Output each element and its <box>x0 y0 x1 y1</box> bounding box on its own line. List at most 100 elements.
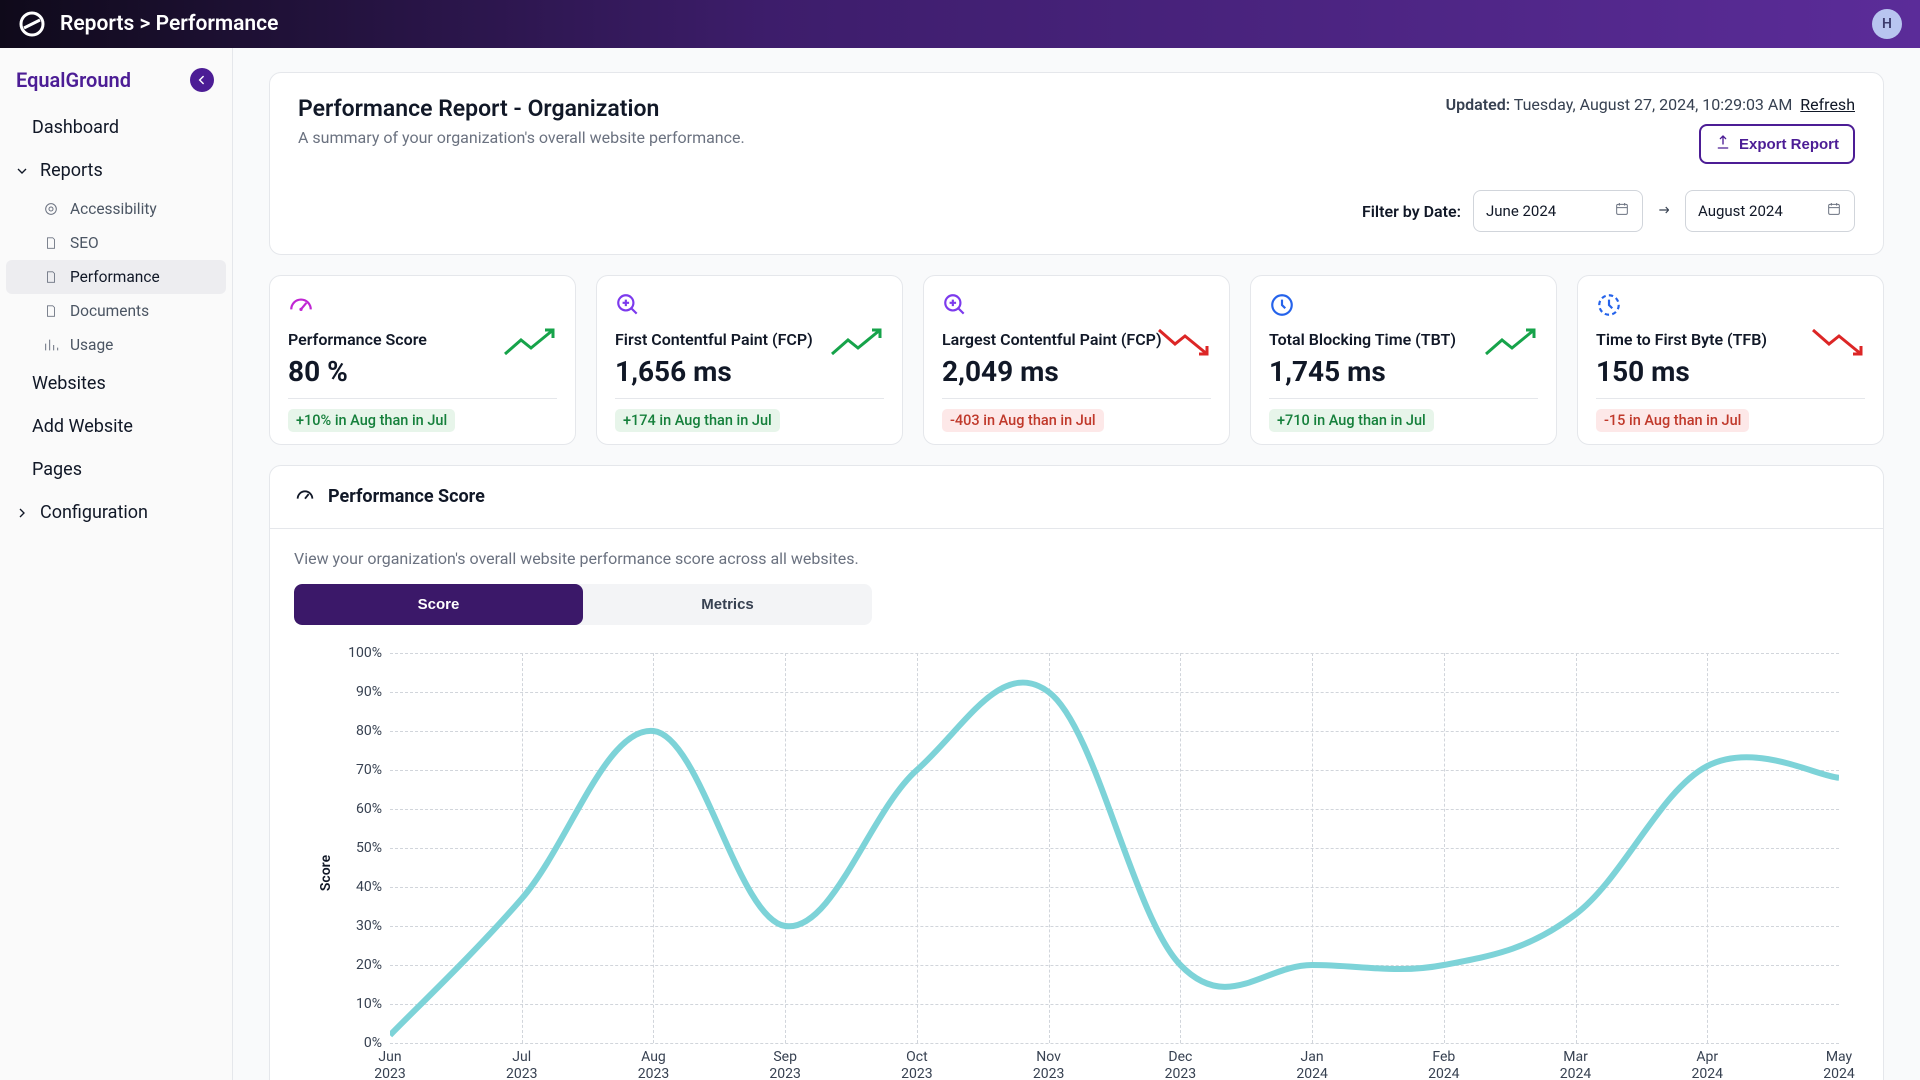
chart-ytick: 80% <box>356 723 382 739</box>
metric-change: +174 in Aug than in Jul <box>615 409 780 432</box>
chart-ytick: 30% <box>356 918 382 934</box>
chart-xtick: Feb2024 <box>1428 1049 1459 1080</box>
sidebar-item-websites[interactable]: Websites <box>0 362 232 405</box>
main-content: Performance Report - Organization A summ… <box>233 48 1920 1080</box>
chart-line <box>390 653 1839 1043</box>
chart-xtick: Dec2023 <box>1165 1049 1196 1080</box>
metric-change: -15 in Aug than in Jul <box>1596 409 1749 432</box>
report-header-card: Performance Report - Organization A summ… <box>269 72 1884 255</box>
chart-subtitle: View your organization's overall website… <box>294 549 1859 568</box>
tab-score[interactable]: Score <box>294 584 583 625</box>
chart-ytick: 60% <box>356 801 382 817</box>
trend-up-icon <box>1484 326 1540 362</box>
doc-icon <box>42 302 60 320</box>
metric-card[interactable]: Total Blocking Time (TBT) 1,745 ms +710 … <box>1250 275 1557 445</box>
export-report-button[interactable]: Export Report <box>1699 124 1855 164</box>
metric-change: -403 in Aug than in Jul <box>942 409 1104 432</box>
clock-dash-icon <box>1596 292 1865 320</box>
updated-text: Updated: Tuesday, August 27, 2024, 10:29… <box>1446 95 1855 114</box>
breadcrumb-current: Performance <box>156 12 279 36</box>
performance-score-chart-card: Performance Score View your organization… <box>269 465 1884 1080</box>
sidebar-item-label: Reports <box>40 160 103 181</box>
metric-card[interactable]: Largest Contentful Paint (FCP) 2,049 ms … <box>923 275 1230 445</box>
sidebar-item-label: Websites <box>32 373 106 394</box>
avatar[interactable]: H <box>1872 9 1902 39</box>
date-to-input[interactable]: August 2024 <box>1685 190 1855 232</box>
chart-xtick: Nov2023 <box>1033 1049 1064 1080</box>
chart-xtick: Mar2024 <box>1560 1049 1591 1080</box>
arrow-right-icon <box>1655 202 1673 221</box>
chart-xtick: Oct2023 <box>901 1049 932 1080</box>
metric-change: +10% in Aug than in Jul <box>288 409 455 432</box>
chart-xtick: Sep2023 <box>769 1049 800 1080</box>
sidebar-item-documents[interactable]: Documents <box>0 294 232 328</box>
chart-ylabel: Score <box>318 855 334 891</box>
chart-ytick: 70% <box>356 762 382 778</box>
sidebar-item-accessibility[interactable]: Accessibility <box>0 192 232 226</box>
chart-segmented-control: Score Metrics <box>294 584 872 625</box>
chart-ytick: 20% <box>356 957 382 973</box>
zoom-icon <box>615 292 884 320</box>
sidebar-item-label: Performance <box>70 268 160 286</box>
chart-title: Performance Score <box>328 486 485 507</box>
sidebar-item-label: Accessibility <box>70 200 157 218</box>
sidebar-item-seo[interactable]: SEO <box>0 226 232 260</box>
calendar-icon <box>1826 201 1842 221</box>
sidebar: EqualGround Dashboard Reports Accessibil… <box>0 48 233 1080</box>
date-from-input[interactable]: June 2024 <box>1473 190 1643 232</box>
chevron-down-icon <box>14 163 30 179</box>
metric-card[interactable]: First Contentful Paint (FCP) 1,656 ms +1… <box>596 275 903 445</box>
chart-ytick: 40% <box>356 879 382 895</box>
chart-xtick: Jan2024 <box>1296 1049 1327 1080</box>
chart-xtick: Aug2023 <box>638 1049 669 1080</box>
breadcrumb-parent[interactable]: Reports <box>60 12 134 36</box>
chart-ytick: 90% <box>356 684 382 700</box>
filter-label: Filter by Date: <box>1362 202 1461 221</box>
trend-up-icon <box>503 326 559 362</box>
sidebar-item-pages[interactable]: Pages <box>0 448 232 491</box>
breadcrumb: Reports > Performance <box>60 12 278 36</box>
app-logo-icon <box>18 10 46 38</box>
page-title: Performance Report - Organization <box>298 95 745 122</box>
chart-ytick: 50% <box>356 840 382 856</box>
gauge-icon <box>288 292 557 320</box>
sidebar-item-label: Pages <box>32 459 82 480</box>
sidebar-item-label: SEO <box>70 234 99 252</box>
chart-icon <box>42 336 60 354</box>
metric-change: +710 in Aug than in Jul <box>1269 409 1434 432</box>
sidebar-item-add-website[interactable]: Add Website <box>0 405 232 448</box>
sidebar-item-dashboard[interactable]: Dashboard <box>0 106 232 149</box>
target-icon <box>42 200 60 218</box>
trend-up-icon <box>830 326 886 362</box>
calendar-icon <box>1614 201 1630 221</box>
sidebar-item-label: Configuration <box>40 502 148 523</box>
trend-down-icon <box>1157 326 1213 362</box>
chart-xtick: May2024 <box>1823 1049 1854 1080</box>
breadcrumb-sep: > <box>140 12 151 36</box>
metric-card[interactable]: Performance Score 80 % +10% in Aug than … <box>269 275 576 445</box>
metric-card[interactable]: Time to First Byte (TFB) 150 ms -15 in A… <box>1577 275 1884 445</box>
sidebar-item-label: Usage <box>70 336 113 354</box>
sidebar-item-reports[interactable]: Reports <box>0 149 232 192</box>
sidebar-item-configuration[interactable]: Configuration <box>0 491 232 534</box>
sidebar-item-performance[interactable]: Performance <box>6 260 226 294</box>
doc-icon <box>42 234 60 252</box>
sidebar-item-label: Dashboard <box>32 117 119 138</box>
topbar: Reports > Performance H <box>0 0 1920 48</box>
tab-metrics[interactable]: Metrics <box>583 584 872 625</box>
refresh-link[interactable]: Refresh <box>1800 95 1855 114</box>
sidebar-item-label: Documents <box>70 302 149 320</box>
export-icon <box>1715 134 1731 154</box>
chart-xtick: Jul2023 <box>506 1049 537 1080</box>
zoom-icon <box>942 292 1211 320</box>
arrow-left-icon <box>190 68 214 92</box>
chart-xtick: Apr2024 <box>1692 1049 1723 1080</box>
sidebar-item-usage[interactable]: Usage <box>0 328 232 362</box>
chevron-right-icon <box>14 505 30 521</box>
chart-ytick: 100% <box>348 645 382 661</box>
trend-down-icon <box>1811 326 1867 362</box>
chart-plot-area: Score 0%10%20%30%40%50%60%70%80%90%100%J… <box>294 643 1859 1080</box>
doc-icon <box>42 268 60 286</box>
org-name: EqualGround <box>16 68 131 92</box>
org-selector[interactable]: EqualGround <box>0 58 232 106</box>
